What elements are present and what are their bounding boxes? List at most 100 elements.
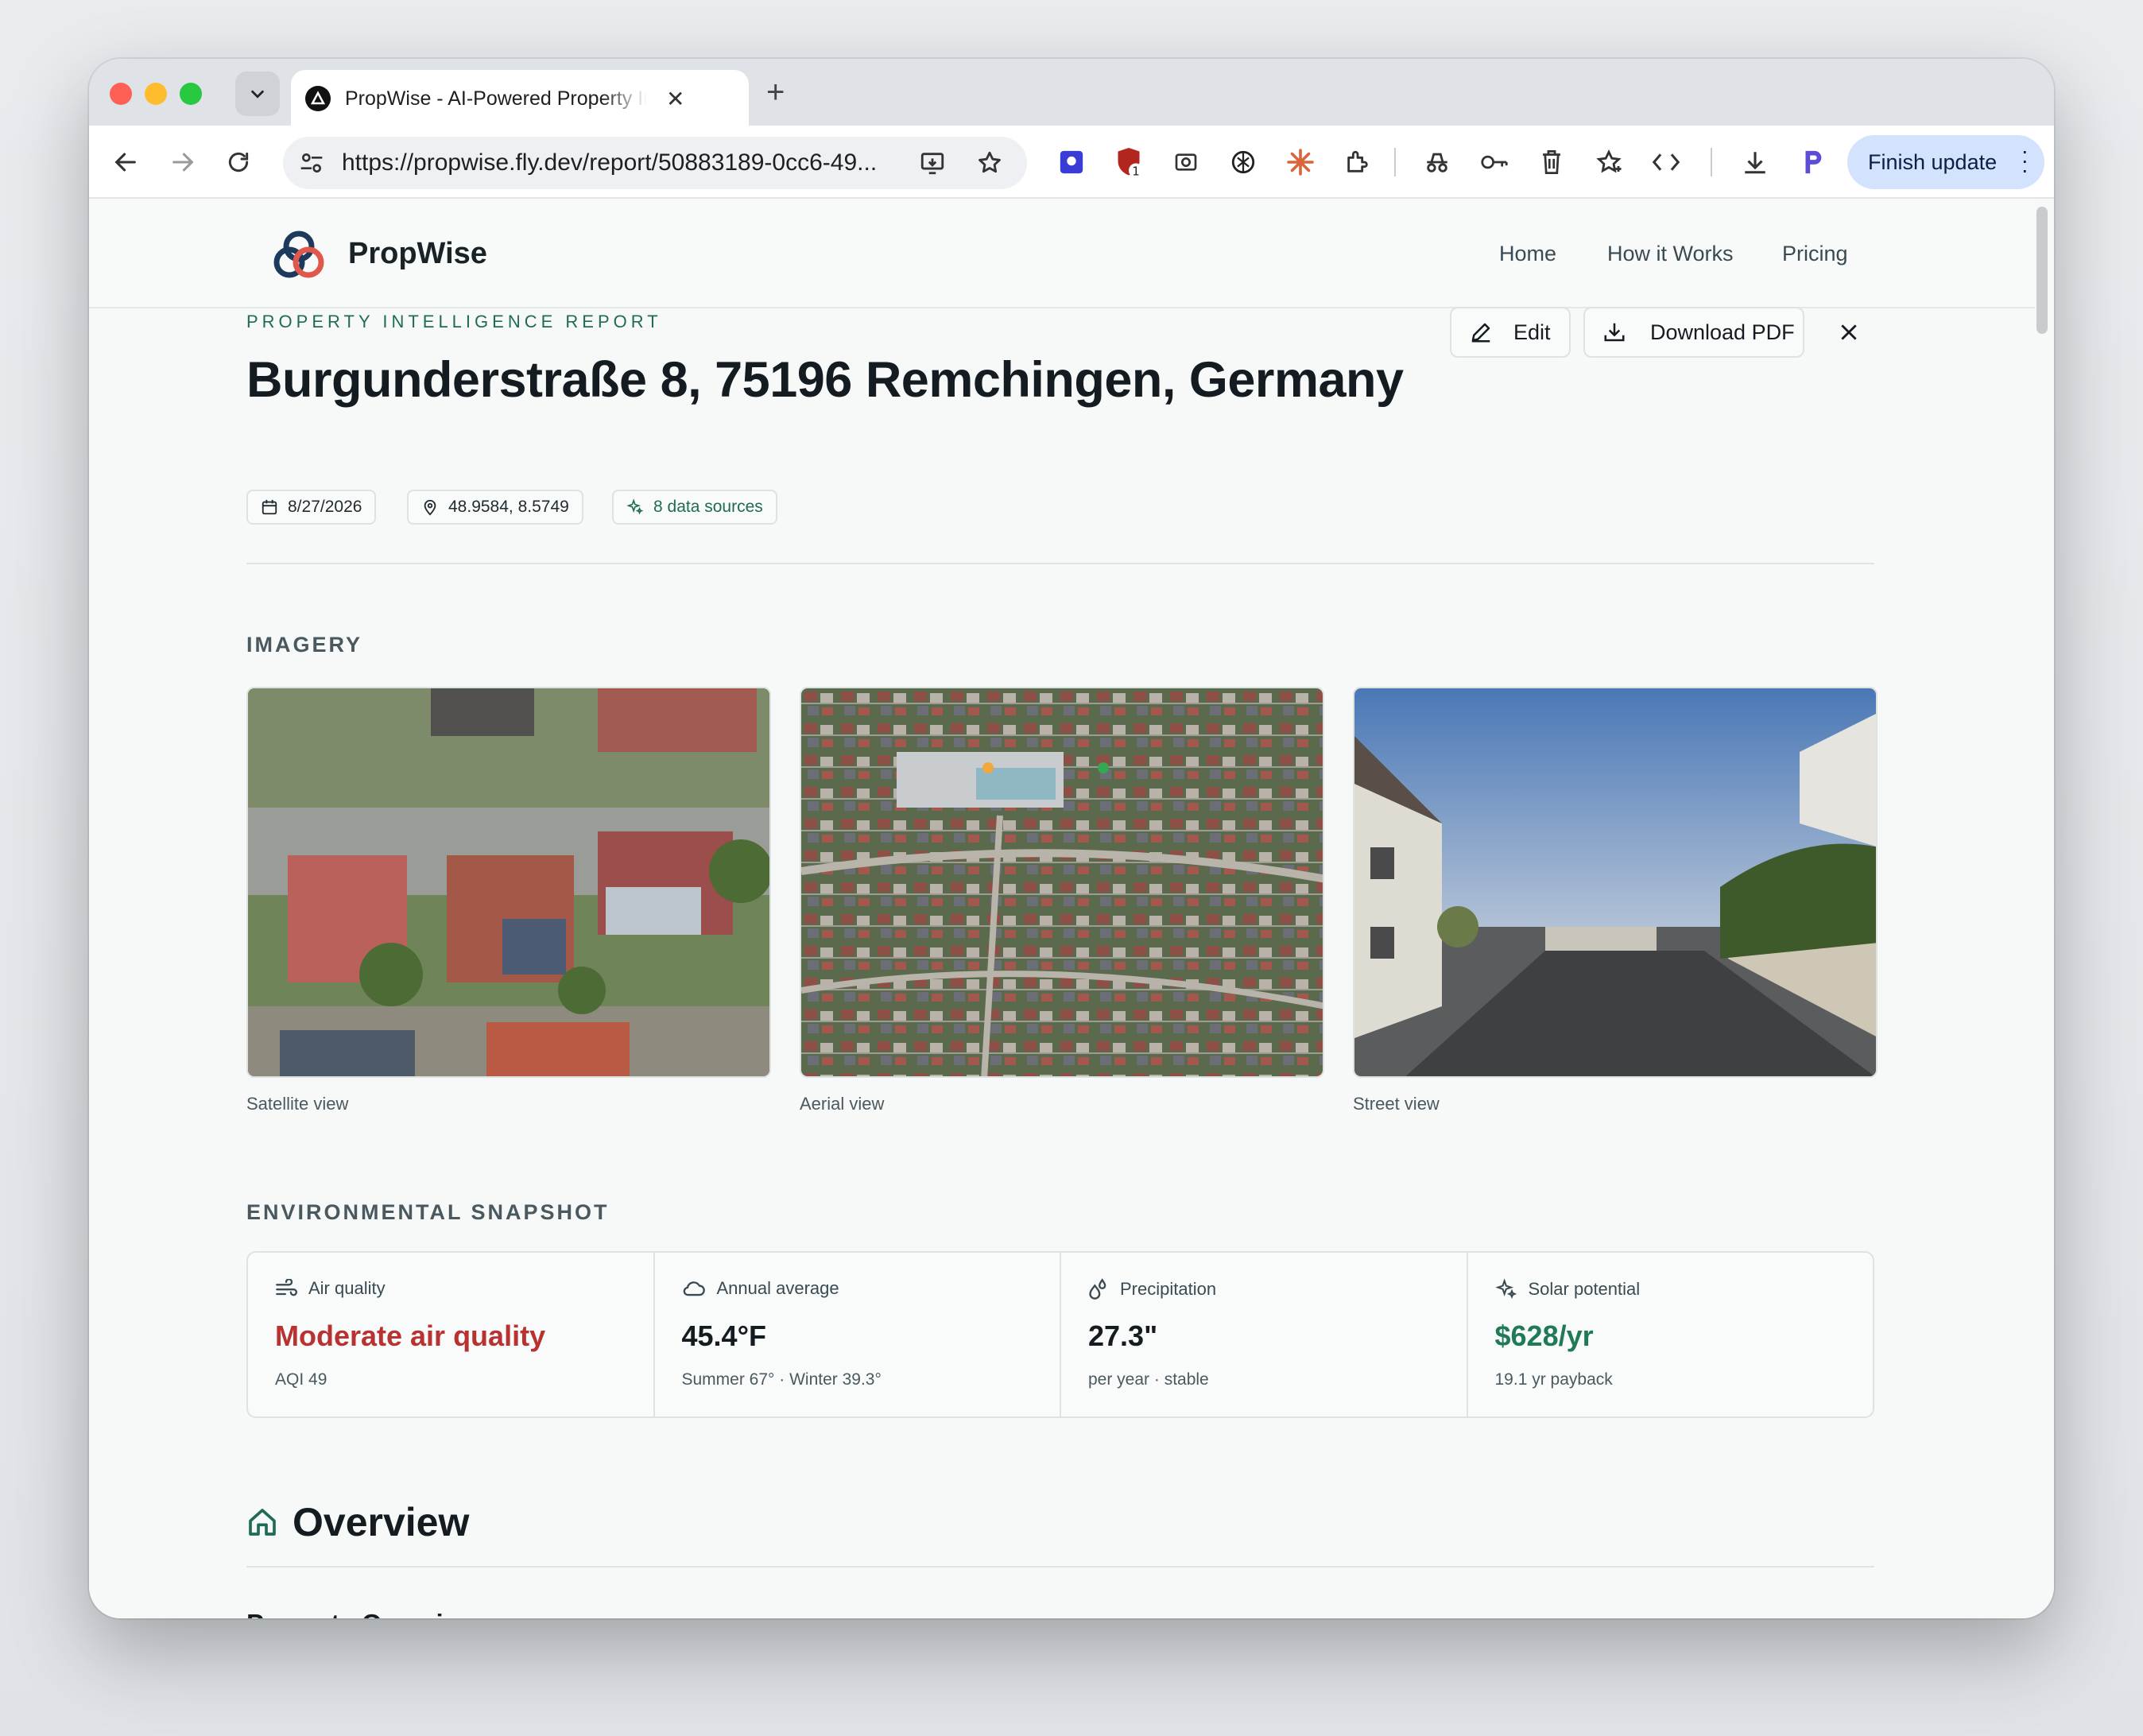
droplets-icon [1089,1278,1106,1300]
arrow-left-icon [114,153,136,172]
satellite-caption: Satellite view [246,1094,349,1114]
precipitation-value: 27.3" [1088,1319,1158,1352]
overview-title: Overview [293,1500,470,1544]
sparkles-icon [1494,1278,1517,1299]
season-temps: Summer 67° · Winter 39.3° [681,1370,882,1389]
annual-average-value: 45.4°F [681,1319,766,1352]
favorites-star-icon[interactable] [1591,145,1626,180]
site-header: PropWise Home How it Works Pricing [89,200,2035,308]
svg-text:1: 1 [1132,165,1140,179]
zoom-window-button[interactable] [180,83,202,105]
imagery-heading: IMAGERY [246,633,363,657]
data-sources-chip[interactable]: 8 data sources [612,490,777,525]
download-icon [1604,323,1625,342]
overview-heading: Overview [246,1499,469,1545]
extensions-puzzle-icon[interactable] [1340,145,1375,180]
download-pdf-label: Download PDF [1650,320,1795,344]
extension-shield-icon[interactable]: 1 [1111,145,1146,180]
coordinates-chip: 48.9584, 8.5749 [407,490,583,525]
page-title: Burgunderstraße 8, 75196 Remchingen, Ger… [246,352,1404,408]
forward-button[interactable] [164,143,202,181]
claude-icon[interactable] [1283,145,1318,180]
environmental-panel: Air quality Moderate air quality AQI 49 … [246,1251,1874,1418]
street-view-image[interactable] [1353,687,1878,1078]
close-icon [1841,324,1857,340]
close-window-button[interactable] [110,83,132,105]
download-pdf-button[interactable]: Download PDF [1583,307,1804,358]
install-app-icon[interactable] [919,149,946,176]
street-caption: Street view [1353,1094,1440,1114]
property-overview-heading: Property Overview [246,1609,479,1618]
back-button[interactable] [107,143,145,181]
incognito-icon[interactable] [1420,145,1455,180]
annual-average-label: Annual average [716,1278,839,1298]
edit-button[interactable]: Edit [1450,307,1571,358]
data-sources-count: 8 data sources [653,498,763,516]
propwise-logo-icon[interactable] [272,229,326,280]
air-quality-label: Air quality [308,1278,386,1298]
password-key-icon[interactable] [1477,145,1512,180]
edit-label: Edit [1513,320,1551,344]
nav-pricing[interactable]: Pricing [1782,242,1848,266]
tab-strip: PropWise - AI-Powered Property Intellige… [89,59,2054,127]
nav-home[interactable]: Home [1499,242,1556,266]
home-icon [249,1509,276,1536]
nav-how-it-works[interactable]: How it Works [1607,242,1734,266]
close-report-button[interactable] [1831,315,1866,350]
satellite-image[interactable] [246,687,771,1078]
air-quality-value: Moderate air quality [275,1319,546,1352]
address-bar[interactable]: https://propwise.fly.dev/report/50883189… [283,137,1027,189]
header-divider [246,563,1874,564]
download-icon[interactable] [1738,145,1773,180]
extension-purple-icon[interactable] [1054,145,1089,180]
date-chip: 8/27/2026 [246,490,377,525]
minimize-window-button[interactable] [145,83,167,105]
trash-icon[interactable] [1534,145,1569,180]
openai-icon[interactable] [1226,145,1261,180]
finish-update-button[interactable]: Finish update · · · [1847,135,2044,189]
toolbar-divider [1394,148,1396,176]
temperature-card: Annual average 45.4°F Summer 67° · Winte… [655,1253,1061,1416]
report-eyebrow: PROPERTY INTELLIGENCE REPORT [246,312,662,331]
precipitation-card: Precipitation 27.3" per year · stable [1061,1253,1468,1416]
active-tab[interactable]: PropWise - AI-Powered Property Intellige… [291,70,749,127]
aerial-image[interactable] [800,687,1324,1078]
browser-toolbar: https://propwise.fly.dev/report/50883189… [89,126,2054,199]
solar-card: Solar potential $628/yr 19.1 yr payback [1468,1253,1874,1416]
sparkles-icon [626,498,644,515]
cloud-icon [683,1281,705,1296]
solar-payback: 19.1 yr payback [1494,1370,1613,1389]
calendar-icon [262,499,277,515]
more-menu-icon[interactable]: · · · [2021,140,2029,181]
propwise-favicon-icon [305,86,331,111]
bookmark-star-icon[interactable] [976,149,1003,176]
report-date: 8/27/2026 [288,498,362,516]
pencil-icon [1471,323,1490,343]
scrollbar-thumb[interactable] [2036,207,2048,334]
brand-name[interactable]: PropWise [348,237,487,271]
arrow-right-icon [172,153,194,172]
code-brackets-icon[interactable] [1649,145,1684,180]
tab-search-button[interactable] [235,72,280,116]
overview-divider [246,1566,1874,1567]
new-tab-button[interactable]: + [766,75,785,110]
precipitation-label: Precipitation [1120,1279,1217,1299]
browser-window: PropWise - AI-Powered Property Intellige… [89,59,2054,1618]
air-quality-card: Air quality Moderate air quality AQI 49 [248,1253,655,1416]
site-settings-icon[interactable] [299,151,324,175]
toolbar-divider [1711,148,1712,176]
precipitation-trend: per year · stable [1088,1370,1209,1389]
wind-icon [276,1279,297,1296]
solar-potential-value: $628/yr [1494,1319,1594,1352]
aqi-value: AQI 49 [275,1370,327,1389]
environmental-heading: ENVIRONMENTAL SNAPSHOT [246,1200,610,1224]
tab-close-icon[interactable]: ✕ [666,86,684,112]
reload-icon [228,152,249,172]
reload-button[interactable] [219,143,258,181]
url-text: https://propwise.fly.dev/report/50883189… [342,149,878,176]
finish-update-label: Finish update [1868,149,1998,174]
tab-title: PropWise - AI-Powered Property Intellige… [345,87,647,110]
profile-icon[interactable] [1795,145,1830,180]
extension-screenshot-icon[interactable] [1168,145,1203,180]
solar-potential-label: Solar potential [1528,1279,1641,1299]
